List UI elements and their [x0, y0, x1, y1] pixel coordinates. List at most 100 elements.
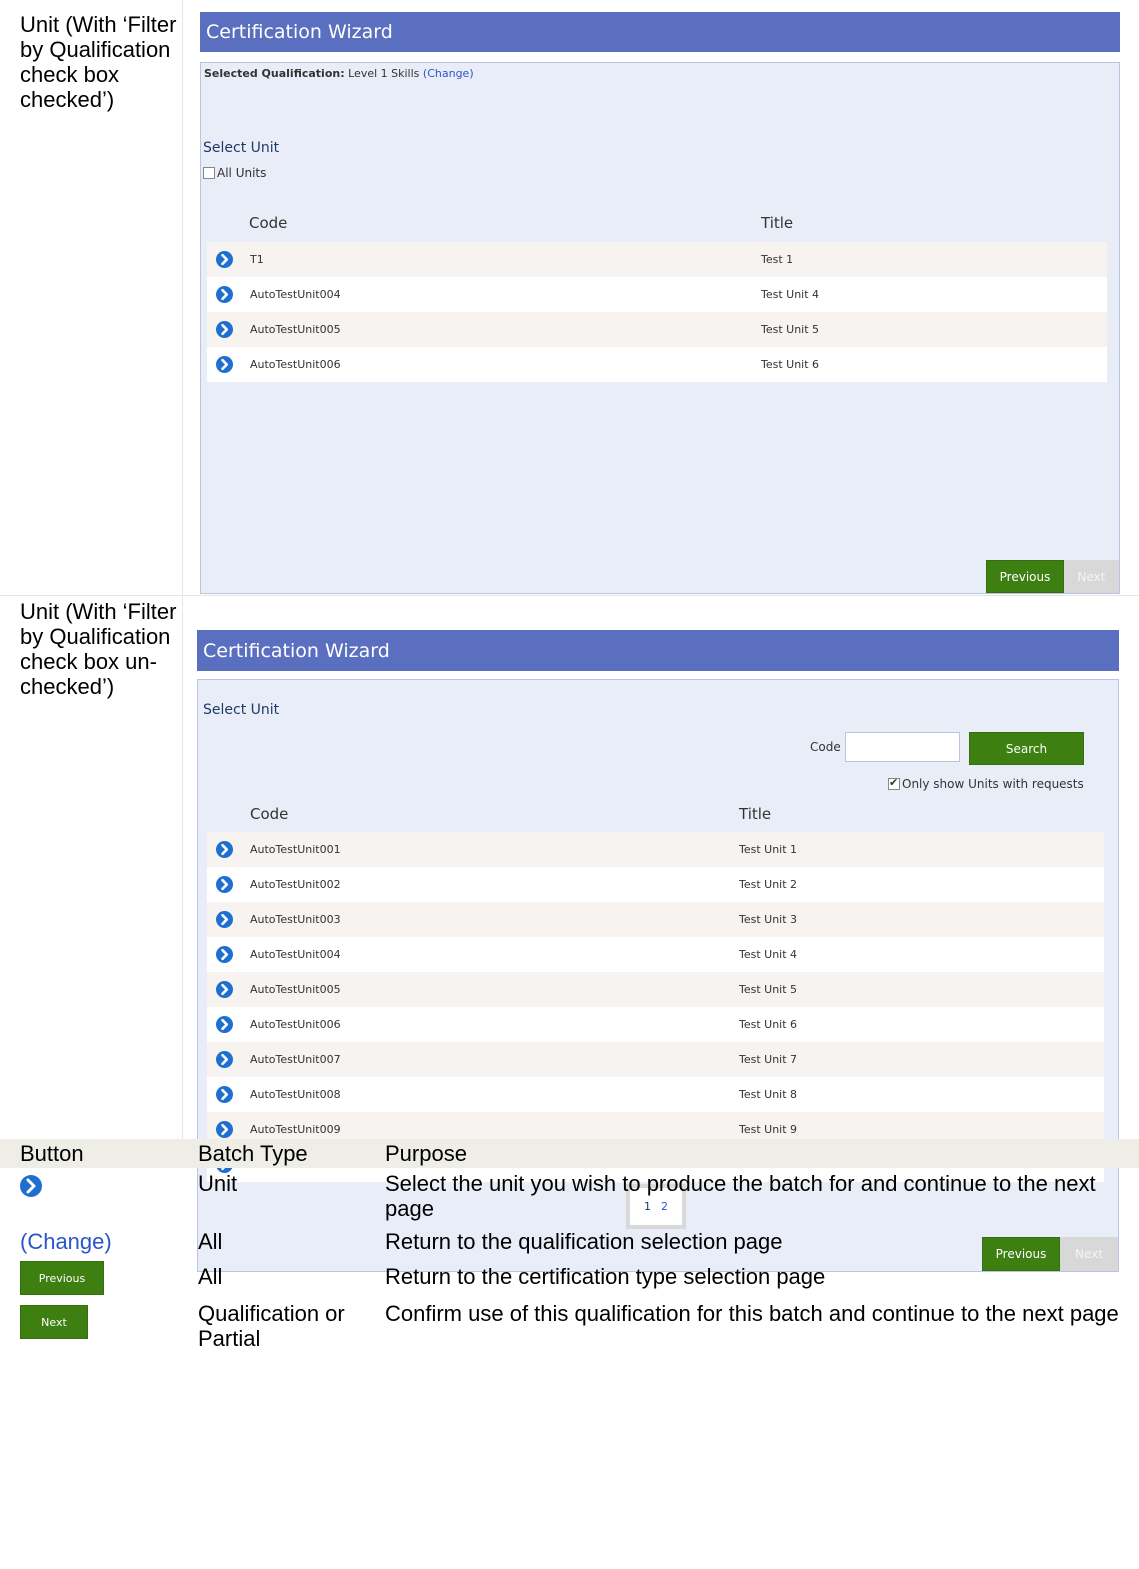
unit-code: AutoTestUnit007: [250, 1053, 341, 1066]
wizard-header: Certification Wizard: [197, 630, 1119, 671]
table-row: AutoTestUnit004 Test Unit 4: [207, 937, 1104, 972]
table-row: AutoTestUnit006 Test Unit 6: [207, 347, 1107, 382]
all-units-label: All Units: [217, 166, 267, 180]
select-unit-heading: Select Unit: [203, 702, 280, 718]
legend-row-3-button: Previous: [20, 1261, 104, 1295]
table-row: AutoTestUnit002 Test Unit 2: [207, 867, 1104, 902]
select-arrow-icon[interactable]: [216, 911, 233, 928]
change-link[interactable]: (Change): [423, 67, 474, 80]
unit-title: Test Unit 9: [739, 1123, 798, 1136]
select-arrow-icon[interactable]: [216, 1016, 233, 1033]
table-row: AutoTestUnit003 Test Unit 3: [207, 902, 1104, 937]
only-show-requests-label: Only show Units with requests: [902, 777, 1084, 791]
unit-code: AutoTestUnit008: [250, 1088, 341, 1101]
next-button: Next: [1064, 560, 1119, 593]
code-search-label: Code: [810, 740, 841, 754]
only-show-requests-checkbox[interactable]: [888, 776, 900, 790]
table-row: T1 Test 1: [207, 242, 1107, 277]
select-arrow-icon[interactable]: [216, 876, 233, 893]
column-header-code: Code: [250, 805, 289, 823]
unit-code: AutoTestUnit009: [250, 1123, 341, 1136]
select-arrow-icon[interactable]: [216, 981, 233, 998]
selected-qualification-value: Level 1 Skills: [348, 67, 420, 80]
unit-title: Test Unit 2: [739, 878, 798, 891]
legend-row-2-batch-type: All: [198, 1229, 223, 1254]
all-units-toggle[interactable]: All Units: [203, 166, 266, 180]
selected-qualification: Selected Qualification: Level 1 Skills (…: [204, 67, 474, 80]
all-units-checkbox[interactable]: [203, 167, 215, 179]
table-divider-vertical: [182, 0, 183, 1139]
legend-header-row: [0, 1139, 1139, 1168]
search-button[interactable]: Search: [969, 732, 1084, 765]
wizard-header: Certification Wizard: [200, 12, 1120, 52]
column-header-title: Title: [739, 805, 772, 823]
column-header-code: Code: [249, 214, 288, 232]
table-row: AutoTestUnit005 Test Unit 5: [207, 972, 1104, 1007]
legend-header-purpose: Purpose: [385, 1141, 467, 1166]
select-unit-heading: Select Unit: [203, 140, 280, 156]
previous-button[interactable]: Previous: [986, 560, 1064, 593]
unit-code: AutoTestUnit006: [250, 1018, 341, 1031]
unit-code: AutoTestUnit006: [250, 358, 341, 371]
legend-row-1-purpose: Select the unit you wish to produce the …: [385, 1171, 1096, 1221]
table-row: AutoTestUnit006 Test Unit 6: [207, 1007, 1104, 1042]
table-divider-horizontal: [0, 595, 1139, 596]
unit-title: Test Unit 6: [739, 1018, 798, 1031]
certification-wizard-filtered: Certification Wizard Selected Qualificat…: [200, 12, 1120, 594]
column-header-title: Title: [761, 214, 794, 232]
unit-code: T1: [250, 253, 264, 266]
legend-row-1-batch-type: Unit: [198, 1171, 238, 1196]
unit-code: AutoTestUnit001: [250, 843, 341, 856]
unit-code: AutoTestUnit004: [250, 948, 341, 961]
unit-title: Test Unit 6: [761, 358, 820, 371]
unit-code: AutoTestUnit002: [250, 878, 341, 891]
unit-code: AutoTestUnit003: [250, 913, 341, 926]
previous-button[interactable]: Previous: [982, 1237, 1060, 1271]
legend-row-2-purpose: Return to the qualification selection pa…: [385, 1229, 783, 1254]
select-arrow-icon[interactable]: [216, 286, 233, 303]
unit-title: Test Unit 4: [761, 288, 820, 301]
select-arrow-icon[interactable]: [216, 841, 233, 858]
unit-title: Test Unit 7: [739, 1053, 798, 1066]
unit-list: T1 Test 1 AutoTestUnit004 Test Unit 4 AutoTe…: [207, 242, 1107, 382]
selected-qualification-label: Selected Qualification:: [204, 67, 345, 80]
next-button: Next: [1060, 1237, 1118, 1271]
wizard-body: Selected Qualification: Level 1 Skills (…: [200, 62, 1120, 594]
select-arrow-icon: [20, 1175, 42, 1197]
unit-title: Test Unit 5: [739, 983, 798, 996]
unit-title: Test 1: [761, 253, 794, 266]
section2-label: Unit (With ‘Filter by Qualification chec…: [20, 599, 177, 699]
legend-header-batch-type: Batch Type: [198, 1141, 308, 1166]
select-arrow-icon[interactable]: [216, 321, 233, 338]
unit-title: Test Unit 5: [761, 323, 820, 336]
select-arrow-icon[interactable]: [216, 1121, 233, 1138]
table-row: AutoTestUnit008 Test Unit 8: [207, 1077, 1104, 1112]
only-show-requests-toggle[interactable]: Only show Units with requests: [888, 776, 1084, 791]
unit-title: Test Unit 3: [739, 913, 798, 926]
select-arrow-icon[interactable]: [216, 251, 233, 268]
unit-code: AutoTestUnit004: [250, 288, 341, 301]
legend-row-2-button: (Change): [20, 1229, 112, 1254]
legend-row-3-purpose: Return to the certification type selecti…: [385, 1264, 826, 1289]
legend-header-button: Button: [20, 1141, 84, 1166]
table-row: AutoTestUnit005 Test Unit 5: [207, 312, 1107, 347]
table-row: AutoTestUnit001 Test Unit 1: [207, 832, 1104, 867]
legend-row-4-batch-type: Qualification or Partial: [198, 1301, 345, 1351]
legend-row-4-purpose: Confirm use of this qualification for th…: [385, 1301, 1119, 1326]
legend-row-4-button: Next: [20, 1305, 88, 1339]
table-row: AutoTestUnit007 Test Unit 7: [207, 1042, 1104, 1077]
code-search-input[interactable]: [845, 732, 960, 762]
table-row: AutoTestUnit004 Test Unit 4: [207, 277, 1107, 312]
select-arrow-icon[interactable]: [216, 1051, 233, 1068]
unit-title: Test Unit 8: [739, 1088, 798, 1101]
unit-list: AutoTestUnit001 Test Unit 1 AutoTestUnit00…: [207, 832, 1104, 1182]
unit-title: Test Unit 1: [739, 843, 798, 856]
select-arrow-icon[interactable]: [216, 1086, 233, 1103]
unit-code: AutoTestUnit005: [250, 983, 341, 996]
select-arrow-icon[interactable]: [216, 356, 233, 373]
unit-title: Test Unit 4: [739, 948, 798, 961]
unit-code: AutoTestUnit005: [250, 323, 341, 336]
select-arrow-icon[interactable]: [216, 946, 233, 963]
section1-label: Unit (With ‘Filter by Qualification chec…: [20, 12, 177, 112]
legend-row-3-batch-type: All: [198, 1264, 223, 1289]
